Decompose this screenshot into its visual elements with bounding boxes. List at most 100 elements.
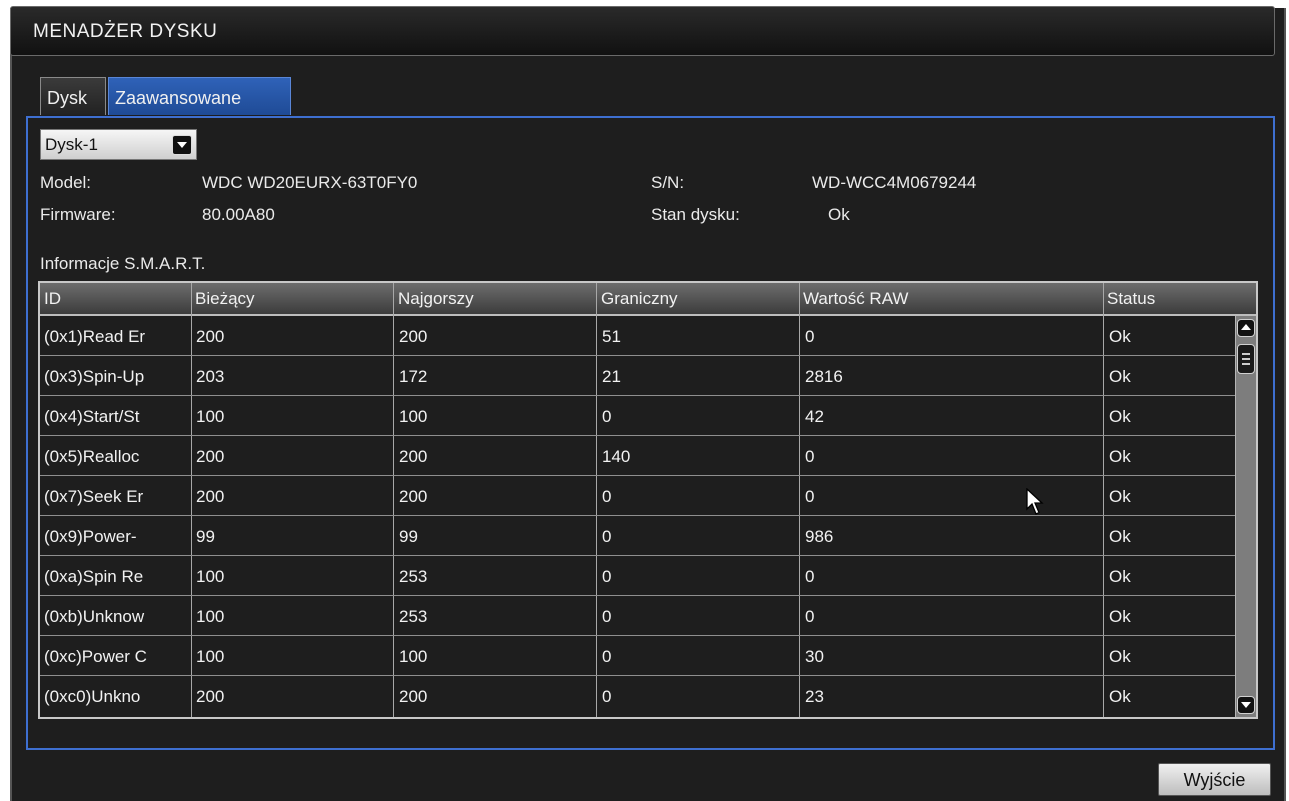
table-row[interactable]: (0xc)Power C 100 100 0 30 Ok (40, 636, 1237, 676)
scroll-thumb[interactable] (1237, 344, 1255, 374)
table-row[interactable]: (0x7)Seek Er 200 200 0 0 Ok (40, 476, 1237, 516)
table-row[interactable]: (0x3)Spin-Up 203 172 21 2816 Ok (40, 356, 1237, 396)
cell-raw: 0 (805, 487, 815, 506)
cell-id: (0x4)Start/St (44, 407, 140, 426)
cell-threshold: 21 (602, 367, 621, 386)
cell-threshold: 140 (602, 447, 631, 466)
cell-id: (0xa)Spin Re (44, 567, 144, 586)
exit-button[interactable]: Wyjście (1158, 763, 1271, 796)
cell-status: Ok (1109, 687, 1131, 706)
cell-status: Ok (1109, 527, 1131, 546)
cell-id: (0x9)Power- (44, 527, 137, 546)
cell-id: (0x5)Realloc (44, 447, 140, 466)
scroll-up-icon[interactable] (1237, 319, 1255, 337)
smart-table: ID Bieżący Najgorszy Graniczny Wartość R… (38, 281, 1258, 719)
window-title: MENADŻER DYSKU (33, 21, 218, 42)
cell-current: 100 (196, 407, 225, 426)
cell-worst: 200 (399, 447, 428, 466)
table-row[interactable]: (0xc0)Unkno 200 200 0 23 Ok (40, 676, 1237, 716)
table-row[interactable]: (0x1)Read Er 200 200 51 0 Ok (40, 316, 1237, 356)
table-row[interactable]: (0x4)Start/St 100 100 0 42 Ok (40, 396, 1237, 436)
smart-table-header: ID Bieżący Najgorszy Graniczny Wartość R… (40, 283, 1256, 316)
cell-status: Ok (1109, 567, 1131, 586)
cell-worst: 99 (399, 527, 418, 546)
cell-id: (0x3)Spin-Up (44, 367, 145, 386)
disk-status-label: Stan dysku: (651, 205, 740, 224)
tab-dysk[interactable]: Dysk (40, 77, 106, 115)
table-scrollbar[interactable] (1235, 316, 1256, 717)
table-row[interactable]: (0xb)Unknow 100 253 0 0 Ok (40, 596, 1237, 636)
title-bar: MENADŻER DYSKU (10, 6, 1275, 56)
disk-status-value: Ok (828, 205, 850, 224)
cell-current: 200 (196, 487, 225, 506)
cell-current: 99 (196, 527, 215, 546)
cell-id: (0xb)Unknow (44, 607, 145, 626)
table-row[interactable]: (0x5)Realloc 200 200 140 0 Ok (40, 436, 1237, 476)
cell-raw: 30 (805, 647, 824, 666)
firmware-label: Firmware: (40, 205, 116, 224)
cell-current: 100 (196, 607, 225, 626)
cell-threshold: 0 (602, 487, 612, 506)
cell-current: 100 (196, 567, 225, 586)
column-header-worst[interactable]: Najgorszy (398, 289, 474, 309)
cell-raw: 42 (805, 407, 824, 426)
cell-threshold: 0 (602, 407, 612, 426)
cell-status: Ok (1109, 447, 1131, 466)
serial-value: WD-WCC4M0679244 (812, 173, 977, 192)
cell-raw: 0 (805, 447, 815, 466)
cell-current: 203 (196, 367, 225, 386)
cell-worst: 253 (399, 567, 428, 586)
cell-worst: 253 (399, 607, 428, 626)
column-header-raw[interactable]: Wartość RAW (803, 289, 908, 309)
column-header-id[interactable]: ID (44, 289, 61, 309)
serial-label: S/N: (651, 173, 685, 192)
column-header-status[interactable]: Status (1107, 289, 1155, 309)
cell-worst: 200 (399, 487, 428, 506)
cell-id: (0x7)Seek Er (44, 487, 144, 506)
firmware-value: 80.00A80 (202, 205, 275, 224)
cell-threshold: 0 (602, 687, 612, 706)
cell-id: (0xc0)Unkno (44, 687, 141, 706)
cell-current: 200 (196, 327, 225, 346)
cell-worst: 100 (399, 647, 428, 666)
cell-worst: 200 (399, 687, 428, 706)
disk-select-value: Dysk-1 (45, 135, 98, 154)
cell-raw: 23 (805, 687, 824, 706)
column-header-threshold[interactable]: Graniczny (601, 289, 678, 309)
cell-raw: 0 (805, 567, 815, 586)
cell-raw: 2816 (805, 367, 843, 386)
disk-select[interactable]: Dysk-1 (40, 129, 197, 160)
cell-raw: 0 (805, 607, 815, 626)
cell-worst: 172 (399, 367, 428, 386)
cell-threshold: 0 (602, 607, 612, 626)
tab-zaawansowane[interactable]: Zaawansowane (108, 77, 291, 115)
mouse-cursor-icon (1026, 488, 1044, 515)
scroll-down-icon[interactable] (1237, 696, 1255, 714)
column-header-current[interactable]: Bieżący (195, 289, 255, 309)
model-value: WDC WD20EURX-63T0FY0 (202, 173, 418, 192)
table-row[interactable]: (0xa)Spin Re 100 253 0 0 Ok (40, 556, 1237, 596)
cell-id: (0xc)Power C (44, 647, 147, 666)
cell-status: Ok (1109, 487, 1131, 506)
cell-threshold: 0 (602, 567, 612, 586)
cell-threshold: 0 (602, 647, 612, 666)
cell-raw: 0 (805, 327, 815, 346)
model-label: Model: (40, 173, 92, 192)
cell-threshold: 0 (602, 527, 612, 546)
cell-status: Ok (1109, 407, 1131, 426)
cell-status: Ok (1109, 647, 1131, 666)
cell-status: Ok (1109, 327, 1131, 346)
cell-raw: 986 (805, 527, 834, 546)
smart-heading: Informacje S.M.A.R.T. (40, 254, 206, 273)
cell-current: 200 (196, 447, 225, 466)
cell-current: 200 (196, 687, 225, 706)
cell-threshold: 51 (602, 327, 621, 346)
chevron-down-icon[interactable] (172, 135, 192, 155)
cell-id: (0x1)Read Er (44, 327, 146, 346)
cell-current: 100 (196, 647, 225, 666)
cell-worst: 100 (399, 407, 428, 426)
cell-status: Ok (1109, 607, 1131, 626)
cell-status: Ok (1109, 367, 1131, 386)
table-row[interactable]: (0x9)Power- 99 99 0 986 Ok (40, 516, 1237, 556)
cell-worst: 200 (399, 327, 428, 346)
